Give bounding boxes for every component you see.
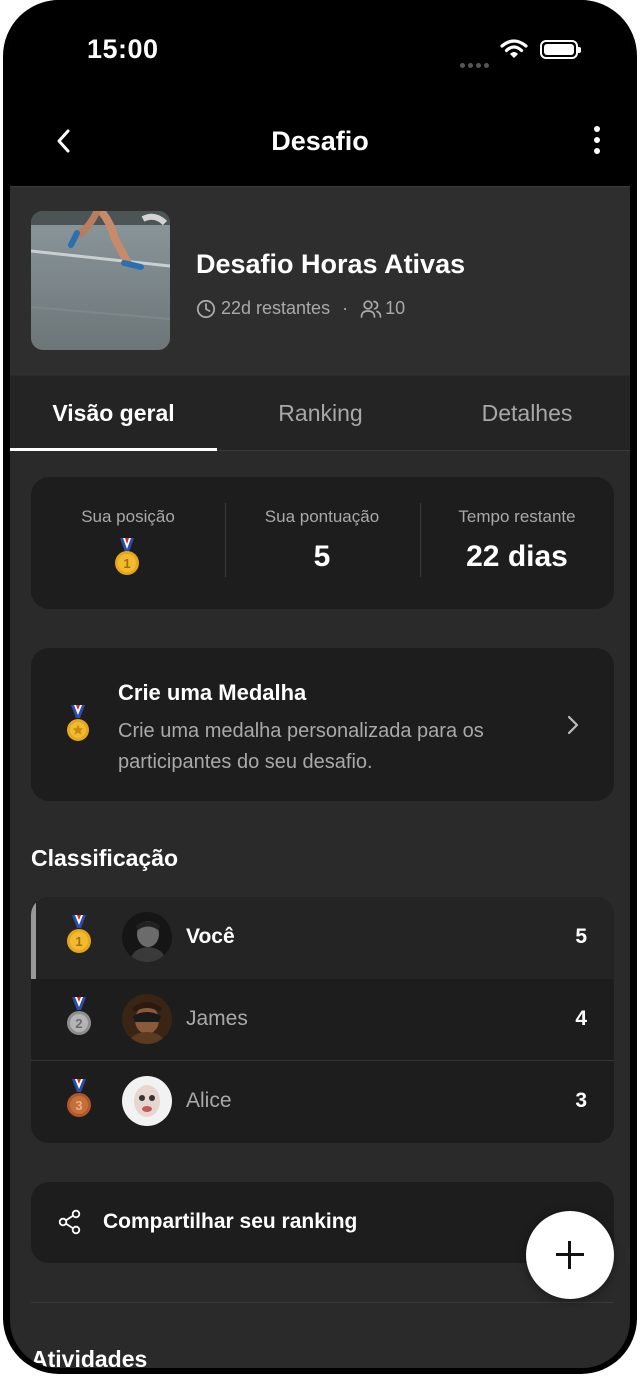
svg-text:2: 2 [75, 1016, 82, 1031]
participant-score: 3 [575, 1089, 587, 1112]
participant-name: James [186, 1007, 248, 1030]
nav-bar: Desafio [10, 96, 630, 187]
participant-score: 5 [575, 925, 587, 948]
current-user-indicator [31, 897, 36, 979]
share-icon [58, 1209, 81, 1235]
share-ranking-label: Compartilhar seu ranking [103, 1210, 358, 1233]
medal-icon [67, 705, 89, 741]
stats-card: Sua posição 1 Sua pontuação 5 Tempo rest… [31, 477, 614, 609]
svg-text:1: 1 [75, 934, 82, 949]
avatar [122, 912, 172, 962]
add-button[interactable] [526, 1211, 614, 1299]
leaderboard-row[interactable]: 1 Você 5 [31, 897, 614, 979]
avatar [122, 994, 172, 1044]
wifi-icon [500, 39, 528, 58]
silver-medal-icon: 2 [67, 997, 91, 1035]
activities-title: Atividades [31, 1346, 148, 1368]
status-bar: 15:00 [10, 0, 630, 96]
stat-score-value: 5 [313, 540, 331, 573]
meta-separator: · [342, 298, 349, 318]
stat-position-label: Sua posição [81, 507, 175, 526]
create-medal-description: Crie uma medalha personalizada para os p… [118, 720, 484, 773]
tab-ranking[interactable]: Ranking [217, 376, 424, 450]
svg-text:3: 3 [75, 1098, 82, 1113]
stat-score-label: Sua pontuação [264, 507, 380, 526]
time-remaining: 22d restantes [221, 298, 331, 318]
chevron-right-icon [567, 715, 579, 735]
section-divider [31, 1302, 614, 1303]
participants-icon [360, 299, 382, 318]
stat-score: Sua pontuação 5 [225, 477, 419, 609]
challenge-title: Desafio Horas Ativas [196, 249, 466, 279]
create-medal-title: Crie uma Medalha [118, 680, 307, 705]
active-tab-indicator [10, 448, 217, 451]
tab-details[interactable]: Detalhes [424, 376, 630, 450]
stat-time-value: 22 dias [466, 540, 568, 573]
leaderboard-row[interactable]: 3 Alice 3 [31, 1061, 614, 1143]
gold-medal-icon: 1 [67, 915, 91, 953]
leaderboard-title: Classificação [31, 845, 179, 871]
tab-bar: Visão geral Ranking Detalhes [10, 376, 630, 451]
challenge-image [31, 211, 170, 350]
clock-icon [196, 299, 216, 318]
screen: 15:00 Desafio Desafio Horas Ativas 22d r… [10, 0, 630, 1368]
page-title: Desafio [271, 126, 369, 156]
phone-frame: 15:00 Desafio Desafio Horas Ativas 22d r… [3, 0, 637, 1374]
svg-text:1: 1 [123, 556, 130, 571]
stat-time-label: Tempo restante [458, 507, 576, 526]
leaderboard-list: 1 Você 5 2 James 4 3 Alice 3 [31, 897, 614, 1143]
signal-icon [460, 55, 492, 73]
stat-time: Tempo restante 22 dias [420, 477, 614, 609]
stat-position: Sua posição 1 [31, 477, 225, 609]
gold-medal-icon: 1 [115, 538, 139, 575]
participant-count: 10 [385, 298, 406, 318]
participant-name: Você [186, 925, 235, 948]
battery-icon [540, 40, 581, 59]
challenge-meta: 22d restantes · 10 [196, 298, 405, 319]
leaderboard-row[interactable]: 2 James 4 [31, 979, 614, 1061]
status-time: 15:00 [87, 34, 159, 64]
participant-score: 4 [575, 1007, 587, 1030]
challenge-header: Desafio Horas Ativas 22d restantes · 10 [10, 187, 630, 375]
bronze-medal-icon: 3 [67, 1079, 91, 1117]
avatar [122, 1076, 172, 1126]
tab-overview[interactable]: Visão geral [10, 376, 217, 450]
participant-name: Alice [186, 1089, 232, 1112]
create-medal-card[interactable]: Crie uma Medalha Crie uma medalha person… [31, 648, 614, 801]
more-options-icon[interactable] [590, 126, 604, 158]
